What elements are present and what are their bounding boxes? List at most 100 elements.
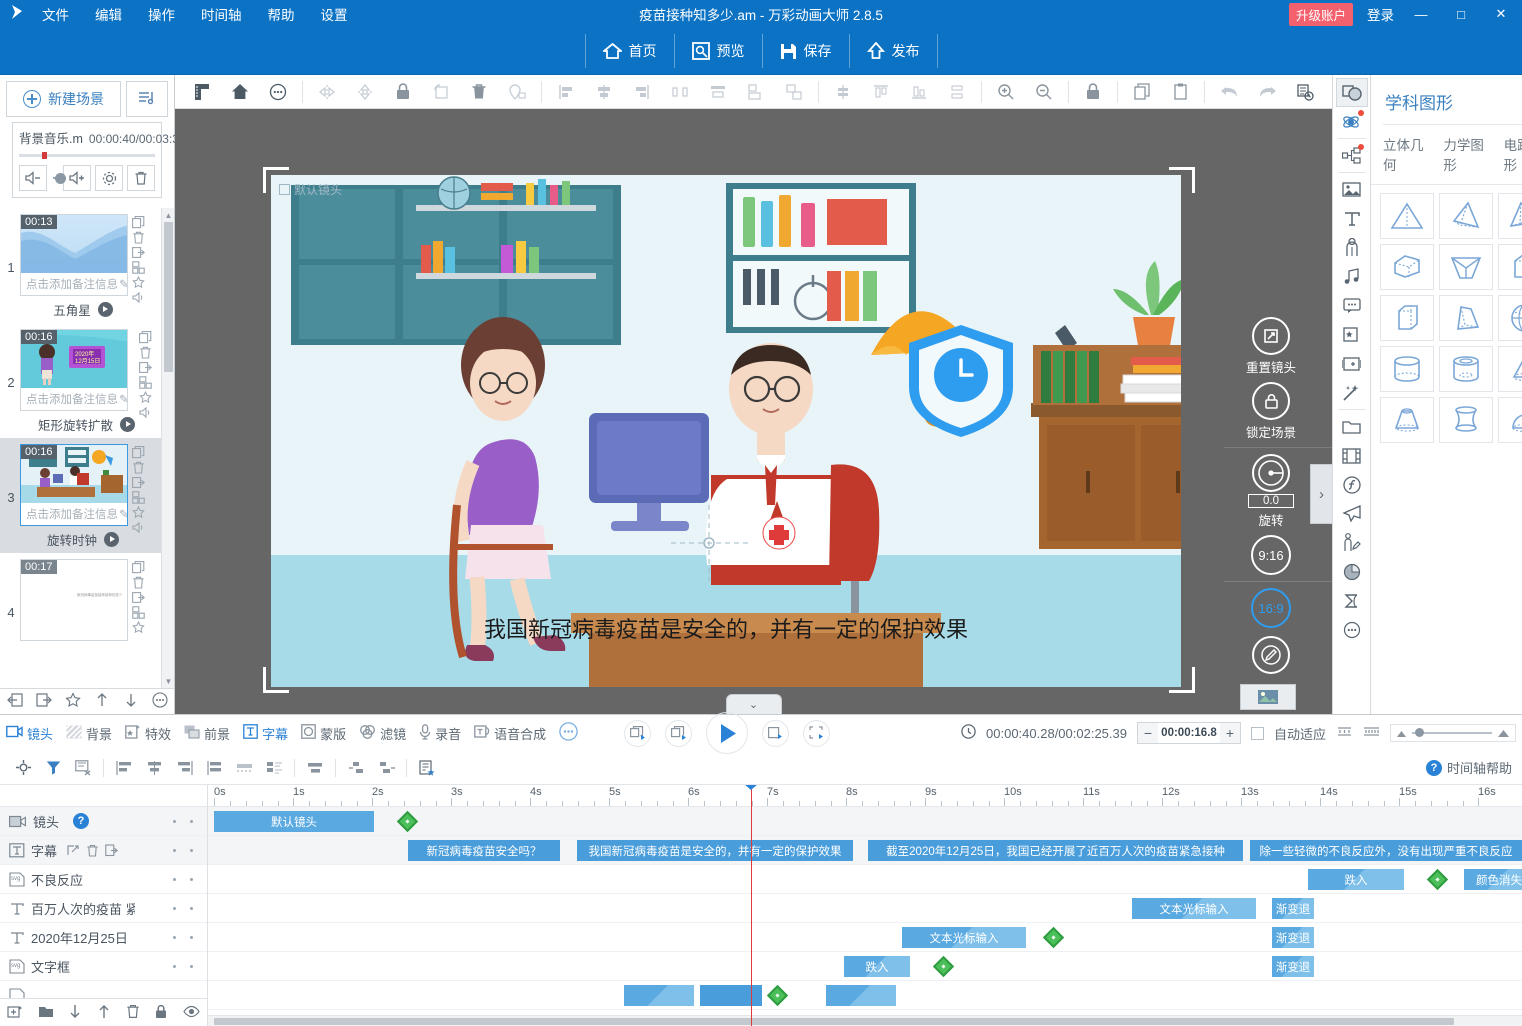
more-canvas-icon[interactable] <box>259 76 297 108</box>
edit-pencil-icon[interactable]: ✎ <box>119 392 127 406</box>
menu-item-help[interactable]: 帮助 <box>266 1 297 27</box>
move-down-icon[interactable] <box>123 692 139 711</box>
track-lane-adverse-reaction[interactable]: 跌入 颜色消失 <box>208 865 1522 894</box>
home-button[interactable]: 首页 <box>585 34 674 68</box>
panel-expand-button[interactable]: › <box>1310 464 1332 524</box>
reset-transform-icon[interactable] <box>422 76 460 108</box>
duplicate-icon[interactable] <box>132 261 145 274</box>
star-icon[interactable] <box>139 391 152 404</box>
align-center-h-icon[interactable] <box>585 76 623 108</box>
stack-clip-icon[interactable] <box>259 755 289 781</box>
subtitle-export-icon[interactable] <box>105 844 118 857</box>
shape-tetrahedron[interactable] <box>1439 193 1493 239</box>
ungroup-icon[interactable] <box>775 76 813 108</box>
scene-transition[interactable]: 五角星 <box>20 296 128 321</box>
menu-item-operate[interactable]: 操作 <box>146 1 177 27</box>
scene-item-4[interactable]: 4 00:17 新冠病毒疫苗接种接种知多少 点击添加备注信息 <box>0 553 174 643</box>
track-lane-camera[interactable]: 默认镜头 <box>208 807 1522 836</box>
tab-circuit[interactable]: 电路图形 <box>1504 134 1522 174</box>
clip-gradient-out[interactable]: 渐变退 <box>1272 956 1314 977</box>
tab-background[interactable]: 背景 <box>66 724 112 743</box>
play-transition-icon[interactable] <box>104 532 119 547</box>
star-icon[interactable] <box>132 276 145 289</box>
airplane-icon[interactable] <box>1336 499 1368 528</box>
star-icon[interactable] <box>132 506 145 519</box>
scene-list-button[interactable] <box>126 81 168 117</box>
scene-item-2[interactable]: 2 00:16 2020年 12 <box>0 323 174 438</box>
track-lane-million-doses[interactable]: 文本光标输入 渐变退 <box>208 894 1522 923</box>
tab-subtitle[interactable]: 字幕 <box>243 724 288 743</box>
track-toggle-1[interactable] <box>173 820 176 823</box>
export-icon[interactable] <box>132 591 145 604</box>
camera-label[interactable]: 默认镜头 <box>279 181 342 198</box>
save-button[interactable]: 保存 <box>762 34 849 68</box>
stage-thumb-tab[interactable] <box>1240 684 1296 710</box>
track-lanes[interactable]: 0s 1s 2s 3s 4s 5s 6s 7s 8s 9s 10s 11s 12… <box>208 785 1522 1026</box>
timeline-help[interactable]: ? 时间轴帮助 <box>1426 758 1512 777</box>
menu-item-settings[interactable]: 设置 <box>319 1 350 27</box>
timeline-horizontal-scrollbar[interactable] <box>208 1015 1522 1026</box>
rotate-dial[interactable] <box>1252 454 1290 492</box>
track-toggle-1[interactable] <box>173 849 176 852</box>
move-track-down-icon[interactable] <box>68 1004 82 1022</box>
zoom-out-icon[interactable] <box>1025 76 1063 108</box>
clip-extra-1[interactable] <box>624 985 694 1006</box>
track-header-date[interactable]: 2020年12月25日 <box>0 923 207 952</box>
formula-icon[interactable] <box>1336 470 1368 499</box>
track-header-adverse-reaction[interactable]: svg 不良反应 <box>0 865 207 894</box>
track-lane-textbox[interactable]: 跌入 渐变退 <box>208 952 1522 981</box>
distribute-v-icon[interactable] <box>938 76 976 108</box>
play-scene-button[interactable] <box>762 720 789 747</box>
align-clip-end-icon[interactable] <box>199 755 229 781</box>
delete-object-icon[interactable] <box>460 76 498 108</box>
shape-sphere[interactable] <box>1498 295 1522 341</box>
clip-fall-in[interactable]: 跌入 <box>1308 869 1404 890</box>
more-timeline-tabs-button[interactable] <box>559 722 578 744</box>
scene-item-1[interactable]: 1 00:13 点击添加备注信息 ✎ <box>0 208 174 323</box>
tab-filter[interactable]: 滤镜 <box>359 724 406 743</box>
history-icon[interactable] <box>1286 76 1324 108</box>
clip-subtitle-3[interactable]: 截至2020年12月25日，我国已经开展了近百万人次的疫苗紧急接种 <box>868 840 1243 861</box>
delete-icon[interactable] <box>132 576 145 589</box>
time-stepper[interactable]: − 00:00:16.8 + <box>1137 722 1241 744</box>
play-transition-icon[interactable] <box>120 417 135 432</box>
group-icon[interactable] <box>737 76 775 108</box>
clip-default-camera[interactable]: 默认镜头 <box>214 811 374 832</box>
subtitle-delete-icon[interactable] <box>86 844 99 857</box>
track-toggle-2[interactable] <box>190 878 193 881</box>
play-from-current-button[interactable] <box>665 720 692 747</box>
ratio-9-16-button[interactable]: 9:16 <box>1251 535 1291 575</box>
tab-record[interactable]: 录音 <box>419 724 461 743</box>
scroll-up-arrow-icon[interactable]: ▲ <box>162 208 174 222</box>
align-right-icon[interactable] <box>623 76 661 108</box>
character-icon[interactable] <box>1336 233 1368 262</box>
lock-scene-button[interactable] <box>1252 382 1290 420</box>
scene-list[interactable]: 1 00:13 点击添加备注信息 ✎ <box>0 208 174 688</box>
track-toggle-1[interactable] <box>173 907 176 910</box>
import-scene-icon[interactable] <box>7 692 23 711</box>
shape-frustum-cone[interactable] <box>1380 397 1434 443</box>
home-canvas-icon[interactable] <box>221 76 259 108</box>
move-clip-left-icon[interactable] <box>341 755 371 781</box>
move-up-icon[interactable] <box>94 692 110 711</box>
align-bottom-icon[interactable] <box>900 76 938 108</box>
align-clip-right-icon[interactable] <box>169 755 199 781</box>
more-options-icon[interactable] <box>152 692 168 711</box>
tab-tts[interactable]: 语音合成 <box>474 724 546 743</box>
shape-prism-tri[interactable] <box>1380 244 1434 290</box>
delete-icon[interactable] <box>139 346 152 359</box>
align-top-edge-icon[interactable] <box>699 76 737 108</box>
shape-cylinder[interactable] <box>1380 346 1434 392</box>
time-increase-button[interactable]: + <box>1220 725 1240 741</box>
shape-cone-triangle[interactable] <box>1380 193 1434 239</box>
track-toggle-1[interactable] <box>173 965 176 968</box>
track-toggle-2[interactable] <box>190 936 193 939</box>
track-lane-subtitle[interactable]: 新冠病毒疫苗安全吗？ 我国新冠病毒疫苗是安全的，并有一定的保护效果 截至2020… <box>208 836 1522 865</box>
shapes-icon[interactable] <box>1336 78 1368 107</box>
music-progress-track[interactable] <box>19 154 155 157</box>
close-button[interactable]: ✕ <box>1488 6 1514 22</box>
image-icon[interactable] <box>1336 175 1368 204</box>
reset-camera-button[interactable] <box>1252 317 1290 355</box>
flip-vertical-icon[interactable] <box>346 76 384 108</box>
clip-subtitle-4[interactable]: 除一些轻微的不良反应外，没有出现严重不良反应 <box>1250 840 1522 861</box>
